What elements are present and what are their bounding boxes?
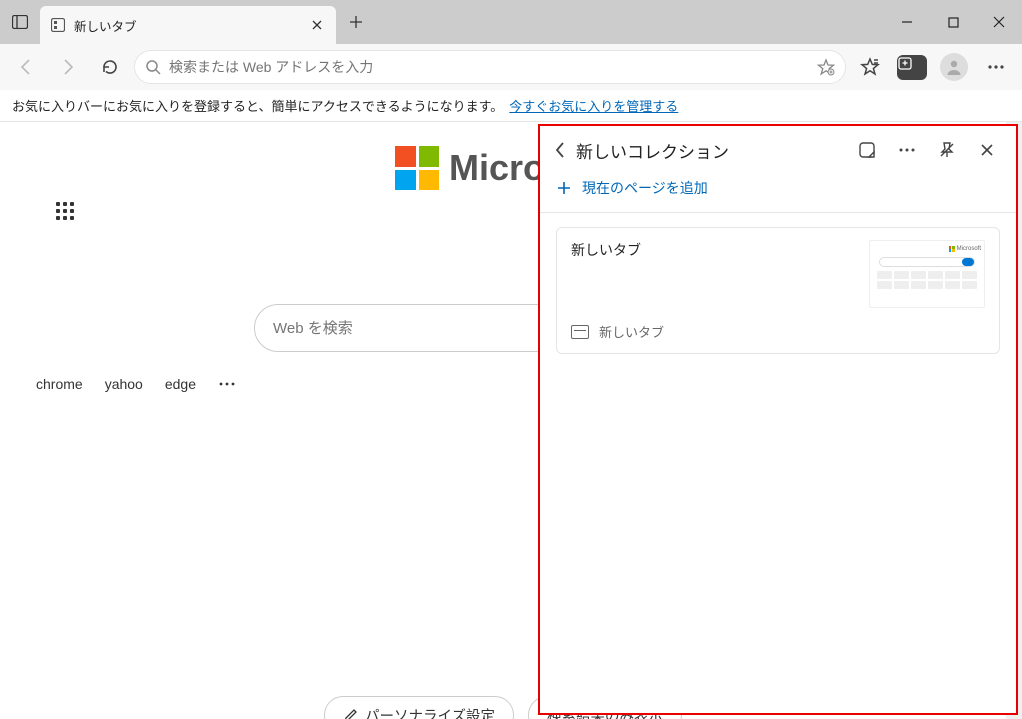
divider <box>540 212 1016 213</box>
card-source: 新しいタブ <box>599 322 664 341</box>
address-input[interactable] <box>169 59 809 75</box>
quick-link[interactable]: chrome <box>36 376 83 392</box>
forward-button[interactable] <box>50 49 86 85</box>
manage-favorites-link[interactable]: 今すぐお気に入りを管理する <box>509 96 678 115</box>
profile-button[interactable] <box>936 49 972 85</box>
quick-link[interactable]: edge <box>165 376 196 392</box>
back-button[interactable] <box>8 49 44 85</box>
collections-button[interactable] <box>894 49 930 85</box>
pencil-icon <box>343 707 359 719</box>
collections-title: 新しいコレクション <box>576 138 842 163</box>
plus-icon <box>556 180 572 196</box>
maximize-button[interactable] <box>930 0 976 44</box>
tab-favicon-icon <box>50 17 66 33</box>
close-window-button[interactable] <box>976 0 1022 44</box>
unpin-icon[interactable] <box>932 135 962 165</box>
card-thumbnail: Microsoft <box>869 240 985 308</box>
refresh-button[interactable] <box>92 49 128 85</box>
source-icon <box>571 325 589 339</box>
collections-more-icon[interactable] <box>892 135 922 165</box>
search-icon <box>145 59 161 75</box>
add-current-page-label: 現在のページを追加 <box>582 178 708 198</box>
add-current-page-button[interactable]: 現在のページを追加 <box>540 174 1016 212</box>
toolbar <box>0 44 1022 90</box>
collections-panel: 新しいコレクション 現在のページを追加 新しいタブ Microsoft 新しいタ… <box>538 124 1018 715</box>
address-bar[interactable] <box>134 50 846 84</box>
titlebar: 新しいタブ <box>0 0 1022 44</box>
apps-launcher-icon[interactable] <box>56 202 84 230</box>
tab-title: 新しいタブ <box>74 16 300 35</box>
browser-tab[interactable]: 新しいタブ <box>40 6 336 44</box>
tab-close-button[interactable] <box>308 16 326 34</box>
favorites-button[interactable] <box>852 49 888 85</box>
collections-back-button[interactable] <box>554 141 566 159</box>
collection-card[interactable]: 新しいタブ Microsoft 新しいタブ <box>556 227 1000 354</box>
collections-header: 新しいコレクション <box>540 126 1016 174</box>
new-tab-button[interactable] <box>338 0 374 44</box>
note-icon[interactable] <box>852 135 882 165</box>
collections-close-button[interactable] <box>972 135 1002 165</box>
tab-actions-button[interactable] <box>0 0 40 44</box>
microsoft-logo-icon <box>395 146 439 190</box>
window-controls <box>884 0 1022 44</box>
settings-more-button[interactable] <box>978 49 1014 85</box>
personalize-label: パーソナライズ設定 <box>365 705 495 719</box>
personalize-button[interactable]: パーソナライズ設定 <box>324 696 514 719</box>
bookmark-bar-text: お気に入りバーにお気に入りを登録すると、簡単にアクセスできるようになります。 <box>12 96 503 115</box>
quick-link[interactable]: yahoo <box>105 376 143 392</box>
card-title: 新しいタブ <box>571 240 857 308</box>
bookmark-bar: お気に入りバーにお気に入りを登録すると、簡単にアクセスできるようになります。 今… <box>0 90 1022 122</box>
minimize-button[interactable] <box>884 0 930 44</box>
quick-links-more-icon[interactable] <box>218 382 236 386</box>
favorite-star-icon[interactable] <box>817 58 835 76</box>
